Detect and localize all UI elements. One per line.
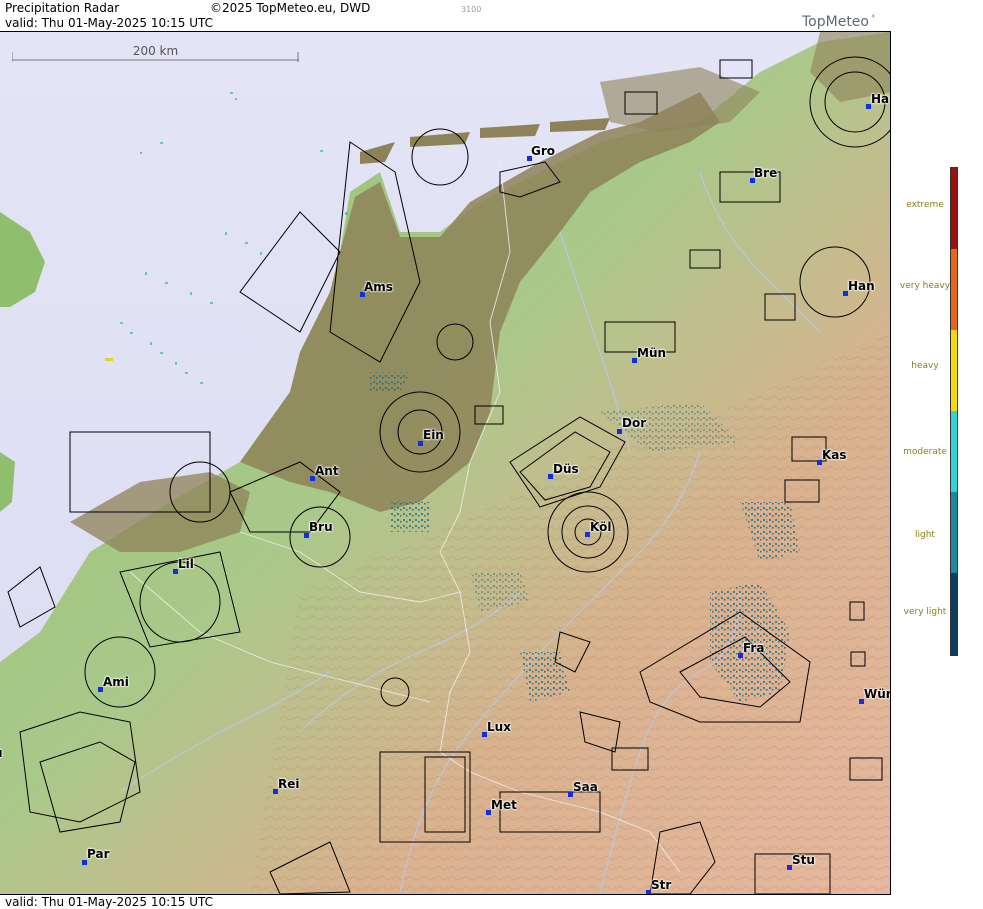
legend-label-very-heavy: very heavy — [899, 281, 951, 291]
city-label: Lux — [487, 720, 511, 734]
city-label: Ami — [103, 675, 129, 689]
legend-label-very-light: very light — [903, 607, 947, 617]
map-header: Precipitation Radar ©2025 TopMeteo.eu, D… — [0, 0, 891, 32]
precip-legend-bar — [950, 167, 958, 656]
terrain-map — [0, 32, 890, 894]
topmeteo-logo[interactable]: TopMeteo — [802, 14, 869, 30]
map-title: Precipitation Radar — [5, 1, 120, 15]
city-label: Bre — [754, 166, 778, 180]
map-code: 3100 — [461, 5, 482, 14]
city-label: Gro — [531, 144, 556, 158]
legend-label-extreme: extreme — [906, 200, 944, 210]
scale-label: 200 km — [132, 44, 179, 58]
city-label: Düs — [553, 462, 579, 476]
city-label: Bru — [309, 520, 333, 534]
city-label: Ha — [871, 92, 890, 106]
city-label: Köl — [590, 520, 612, 534]
city-label: Fra — [743, 641, 765, 655]
scale-bar: 200 km — [12, 44, 299, 62]
map-footer: valid: Thu 01-May-2025 10:15 UTC — [0, 894, 891, 909]
legend-label-heavy: heavy — [911, 361, 939, 371]
city-label: Rei — [278, 777, 300, 791]
valid-time-header: valid: Thu 01-May-2025 10:15 UTC — [5, 16, 214, 30]
city-label: Ant — [315, 464, 339, 478]
copyright-text: ©2025 TopMeteo.eu, DWD — [210, 1, 371, 15]
city-label: Kas — [822, 448, 847, 462]
city-label: Ams — [364, 280, 393, 294]
city-label: Mün — [637, 346, 667, 360]
compass-icon — [871, 13, 876, 19]
legend-label-moderate: moderate — [903, 447, 947, 457]
city-label: Par — [87, 847, 110, 861]
radar-map[interactable]: 200 km Gro Bre Ha Ams Han Mün Dor Ein Ka… — [0, 32, 891, 894]
city-label: Str — [651, 878, 672, 892]
valid-time-footer: valid: Thu 01-May-2025 10:15 UTC — [5, 895, 214, 909]
city-label: Dor — [622, 416, 647, 430]
city-label: Saa — [573, 780, 598, 794]
city-label: Ein — [423, 428, 444, 442]
city-label: Wür — [864, 687, 891, 701]
city-label: Lil — [178, 557, 194, 571]
city-label: Han — [848, 279, 875, 293]
legend-label-light: light — [915, 530, 935, 540]
city-label: Met — [491, 798, 517, 812]
city-label: Stu — [792, 853, 815, 867]
city-label: u — [0, 746, 3, 760]
